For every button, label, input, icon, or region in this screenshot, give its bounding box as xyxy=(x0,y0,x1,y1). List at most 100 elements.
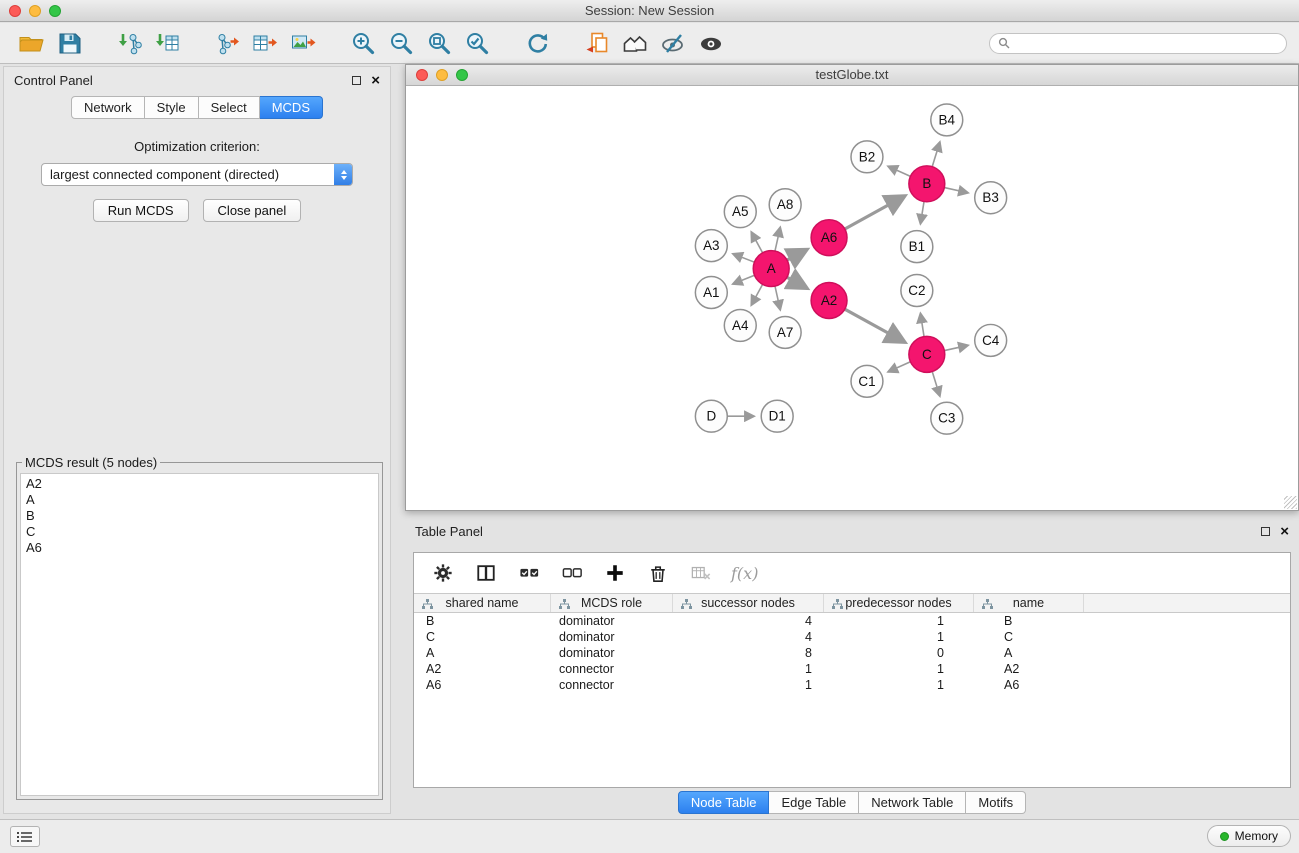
export-image-button[interactable] xyxy=(284,27,322,59)
node-B[interactable]: B xyxy=(909,166,945,202)
mcds-result-item[interactable]: A2 xyxy=(26,476,373,492)
delete-table-button[interactable] xyxy=(688,560,714,586)
column-header-name[interactable]: name xyxy=(974,594,1084,612)
node-B2[interactable]: B2 xyxy=(851,141,883,173)
node-A4[interactable]: A4 xyxy=(724,309,756,341)
mcds-result-item[interactable]: B xyxy=(26,508,373,524)
table-mode-button[interactable] xyxy=(430,560,456,586)
node-A[interactable]: A xyxy=(753,251,789,287)
edge-A-A7[interactable] xyxy=(775,286,780,310)
select-all-button[interactable] xyxy=(516,560,542,586)
close-panel-icon[interactable] xyxy=(371,73,380,88)
zoom-in-button[interactable] xyxy=(344,27,382,59)
table-tab-network-table[interactable]: Network Table xyxy=(859,791,966,814)
node-C3[interactable]: C3 xyxy=(931,402,963,434)
column-header-successor-nodes[interactable]: successor nodes xyxy=(673,594,824,612)
edge-B-B4[interactable] xyxy=(932,142,940,167)
edge-A2-C[interactable] xyxy=(845,309,905,342)
zoom-window-button[interactable] xyxy=(49,5,61,17)
table-tab-edge-table[interactable]: Edge Table xyxy=(769,791,859,814)
edge-A6-B[interactable] xyxy=(845,196,905,229)
node-C[interactable]: C xyxy=(909,336,945,372)
edge-A-A3[interactable] xyxy=(733,254,755,262)
table-row[interactable]: Adominator80A xyxy=(414,645,1290,661)
node-D1[interactable]: D1 xyxy=(761,400,793,432)
tab-style[interactable]: Style xyxy=(145,96,199,119)
node-C4[interactable]: C4 xyxy=(975,324,1007,356)
minimize-window-button[interactable] xyxy=(29,5,41,17)
edge-B-B3[interactable] xyxy=(944,188,968,193)
edge-A-A4[interactable] xyxy=(751,284,762,305)
network-zoom-button[interactable] xyxy=(456,69,468,81)
node-A3[interactable]: A3 xyxy=(695,230,727,262)
node-B1[interactable]: B1 xyxy=(901,231,933,263)
refresh-network-button[interactable] xyxy=(518,27,556,59)
node-A2[interactable]: A2 xyxy=(811,283,847,319)
edge-C-C4[interactable] xyxy=(944,345,968,350)
save-session-button[interactable] xyxy=(50,27,88,59)
edge-A-A6[interactable] xyxy=(787,249,807,260)
node-A6[interactable]: A6 xyxy=(811,220,847,256)
show-columns-button[interactable] xyxy=(473,560,499,586)
network-close-button[interactable] xyxy=(416,69,428,81)
close-table-panel-icon[interactable] xyxy=(1280,524,1289,539)
network-graph[interactable]: B4 B2 B B3 A5 A8 A6 B1 A3 A C2 A1 A2 A4 A7 C4 C C1 C3 D D1 xyxy=(406,87,1298,510)
network-minimize-button[interactable] xyxy=(436,69,448,81)
edge-A-A5[interactable] xyxy=(751,232,762,253)
close-window-button[interactable] xyxy=(9,5,21,17)
search-input[interactable] xyxy=(1015,36,1278,51)
hide-graphics-details-button[interactable] xyxy=(654,27,692,59)
table-row[interactable]: A2connector11A2 xyxy=(414,661,1290,677)
node-C2[interactable]: C2 xyxy=(901,275,933,307)
tab-select[interactable]: Select xyxy=(199,96,260,119)
resize-handle[interactable] xyxy=(1284,496,1297,509)
column-header-shared-name[interactable]: shared name xyxy=(414,594,551,612)
edge-C-C3[interactable] xyxy=(932,372,940,397)
create-column-button[interactable] xyxy=(602,560,628,586)
close-panel-button[interactable]: Close panel xyxy=(203,199,302,222)
node-B3[interactable]: B3 xyxy=(975,182,1007,214)
column-header-mcds-role[interactable]: MCDS role xyxy=(551,594,673,612)
table-row[interactable]: A6connector11A6 xyxy=(414,677,1290,693)
edge-C-C2[interactable] xyxy=(920,313,924,336)
node-A5[interactable]: A5 xyxy=(724,196,756,228)
node-D[interactable]: D xyxy=(695,400,727,432)
tab-mcds[interactable]: MCDS xyxy=(260,96,323,119)
import-network-button[interactable] xyxy=(110,27,148,59)
run-mcds-button[interactable]: Run MCDS xyxy=(93,199,189,222)
function-builder-icon[interactable]: f(x) xyxy=(731,564,758,583)
node-C1[interactable]: C1 xyxy=(851,365,883,397)
mcds-result-item[interactable]: A6 xyxy=(26,540,373,556)
node-B4[interactable]: B4 xyxy=(931,104,963,136)
task-list-button[interactable] xyxy=(10,826,40,847)
edge-B-B2[interactable] xyxy=(888,166,911,176)
tab-network[interactable]: Network xyxy=(71,96,145,119)
table-row[interactable]: Bdominator41B xyxy=(414,613,1290,629)
mcds-result-item[interactable]: C xyxy=(26,524,373,540)
edge-A-A1[interactable] xyxy=(733,275,755,284)
memory-button[interactable]: Memory xyxy=(1207,825,1291,847)
network-canvas[interactable]: B4 B2 B B3 A5 A8 A6 B1 A3 A C2 A1 A2 A4 A7 C4 C C1 C3 D D1 xyxy=(406,87,1298,510)
node-A7[interactable]: A7 xyxy=(769,316,801,348)
delete-columns-button[interactable] xyxy=(645,560,671,586)
show-graphics-details-button[interactable] xyxy=(692,27,730,59)
duplicate-network-button[interactable] xyxy=(578,27,616,59)
node-A1[interactable]: A1 xyxy=(695,277,727,309)
export-network-button[interactable] xyxy=(208,27,246,59)
table-row[interactable]: Cdominator41C xyxy=(414,629,1290,645)
table-tab-node-table[interactable]: Node Table xyxy=(678,791,770,814)
zoom-fit-button[interactable] xyxy=(420,27,458,59)
edge-C-C1[interactable] xyxy=(888,362,911,372)
edge-B-B1[interactable] xyxy=(920,202,924,224)
home-button[interactable] xyxy=(616,27,654,59)
node-A8[interactable]: A8 xyxy=(769,189,801,221)
import-table-button[interactable] xyxy=(148,27,186,59)
edge-A-A8[interactable] xyxy=(775,227,780,251)
edge-A-A2[interactable] xyxy=(787,277,807,288)
table-tab-motifs[interactable]: Motifs xyxy=(966,791,1026,814)
criterion-dropdown[interactable]: largest connected component (directed) xyxy=(41,163,353,186)
float-table-panel-icon[interactable] xyxy=(1261,527,1270,536)
deselect-all-button[interactable] xyxy=(559,560,585,586)
mcds-result-item[interactable]: A xyxy=(26,492,373,508)
float-panel-icon[interactable] xyxy=(352,76,361,85)
